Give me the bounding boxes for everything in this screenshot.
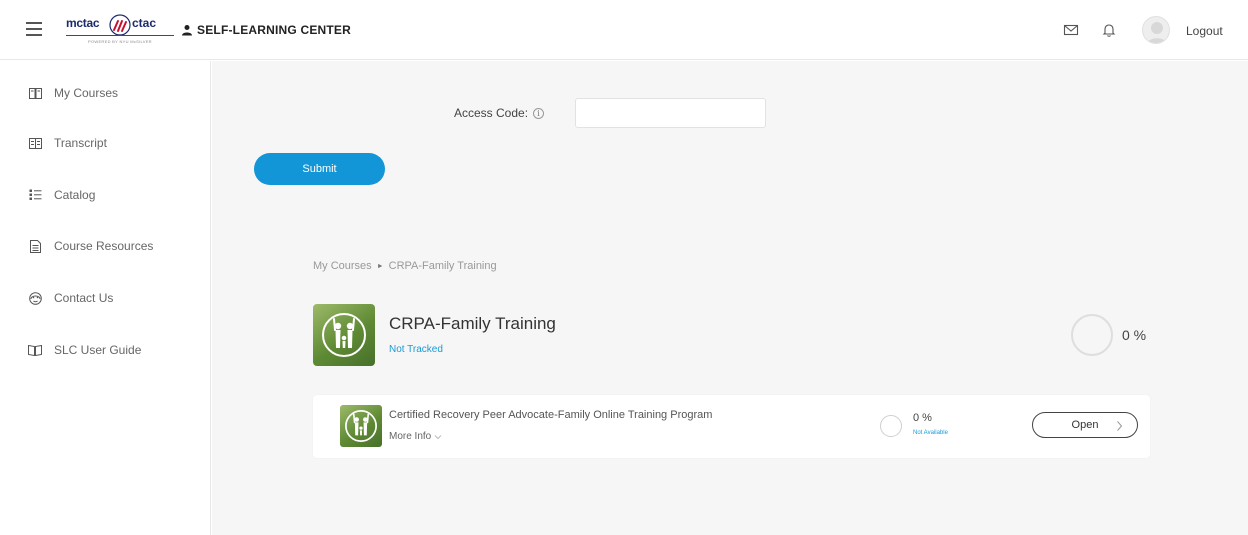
mail-icon[interactable]	[1063, 22, 1079, 38]
guide-book-icon	[28, 343, 42, 357]
info-icon[interactable]: i	[533, 107, 545, 119]
more-info-label: More Info	[389, 431, 432, 442]
breadcrumb-current: CRPA-Family Training	[388, 260, 497, 272]
mctac-ctac-logo[interactable]: mctac ctac POWERED BY NYU McSILVER	[66, 14, 174, 48]
top-bar: mctac ctac POWERED BY NYU McSILVER SELF-…	[0, 0, 1248, 60]
app-title: SELF-LEARNING CENTER	[181, 23, 351, 37]
sidebar-item-contact-us[interactable]: Contact Us	[28, 288, 113, 308]
main-content	[212, 61, 1248, 535]
breadcrumb-root-link[interactable]: My Courses	[313, 260, 372, 272]
sidebar-item-label: Course Resources	[54, 239, 154, 253]
hamburger-menu-icon[interactable]	[26, 22, 42, 36]
logo-powered-text: POWERED BY NYU McSILVER	[88, 39, 152, 44]
sidebar-item-label: My Courses	[54, 86, 119, 100]
family-icon	[322, 313, 366, 357]
contact-icon	[28, 291, 42, 305]
list-icon	[28, 188, 42, 202]
course-progress-text: 0 %	[1122, 327, 1147, 343]
family-icon	[345, 410, 377, 442]
sidebar-item-slc-user-guide[interactable]: SLC User Guide	[28, 340, 141, 360]
logo-divider	[66, 35, 174, 36]
logo-right-text: ctac	[132, 16, 157, 30]
sidebar-item-label: Transcript	[54, 136, 107, 150]
access-code-input[interactable]	[575, 98, 766, 128]
module-title: Certified Recovery Peer Advocate-Family …	[389, 409, 713, 421]
book-open-icon	[28, 86, 42, 100]
sidebar-item-my-courses[interactable]: My Courses	[28, 83, 118, 103]
person-icon	[182, 25, 192, 36]
logo-left-text: mctac	[66, 16, 100, 30]
access-code-label-text: Access Code:	[454, 106, 529, 120]
document-icon	[28, 239, 42, 253]
module-thumbnail	[340, 405, 382, 447]
logout-link[interactable]: Logout	[1186, 24, 1223, 38]
sidebar-item-label: Catalog	[54, 188, 96, 202]
more-info-toggle[interactable]: More Info	[389, 431, 442, 442]
app-title-text: SELF-LEARNING CENTER	[197, 23, 351, 37]
access-code-label: Access Code: i	[454, 106, 545, 120]
module-progress-ring	[880, 415, 902, 437]
sidebar: My Courses Transcript Catalog Course Res…	[0, 61, 211, 535]
sidebar-item-transcript[interactable]: Transcript	[28, 133, 107, 153]
course-tracking-status: Not Tracked	[389, 344, 443, 355]
module-availability: Not Available	[913, 430, 948, 436]
sidebar-item-catalog[interactable]: Catalog	[28, 185, 95, 205]
module-progress-text: 0 %	[913, 412, 932, 424]
sidebar-item-course-resources[interactable]: Course Resources	[28, 236, 153, 256]
sidebar-item-label: SLC User Guide	[54, 343, 142, 357]
transcript-icon	[28, 136, 42, 150]
avatar-placeholder-icon	[1147, 22, 1167, 43]
course-progress-ring	[1071, 314, 1113, 356]
user-avatar[interactable]	[1142, 16, 1170, 44]
breadcrumb: My Courses ► CRPA-Family Training	[313, 260, 497, 272]
logo-swoosh-icon	[109, 14, 131, 36]
open-button[interactable]: Open	[1032, 412, 1138, 438]
breadcrumb-separator: ►	[376, 262, 384, 270]
course-thumbnail	[313, 304, 375, 366]
open-button-label: Open	[1071, 419, 1099, 431]
course-title: CRPA-Family Training	[389, 314, 556, 333]
module-card: Certified Recovery Peer Advocate-Family …	[313, 395, 1150, 458]
submit-button[interactable]: Submit	[254, 153, 385, 185]
chevron-right-icon	[1117, 421, 1123, 431]
chevron-down-icon	[434, 434, 442, 439]
bell-icon[interactable]	[1101, 22, 1117, 38]
sidebar-item-label: Contact Us	[54, 291, 114, 305]
